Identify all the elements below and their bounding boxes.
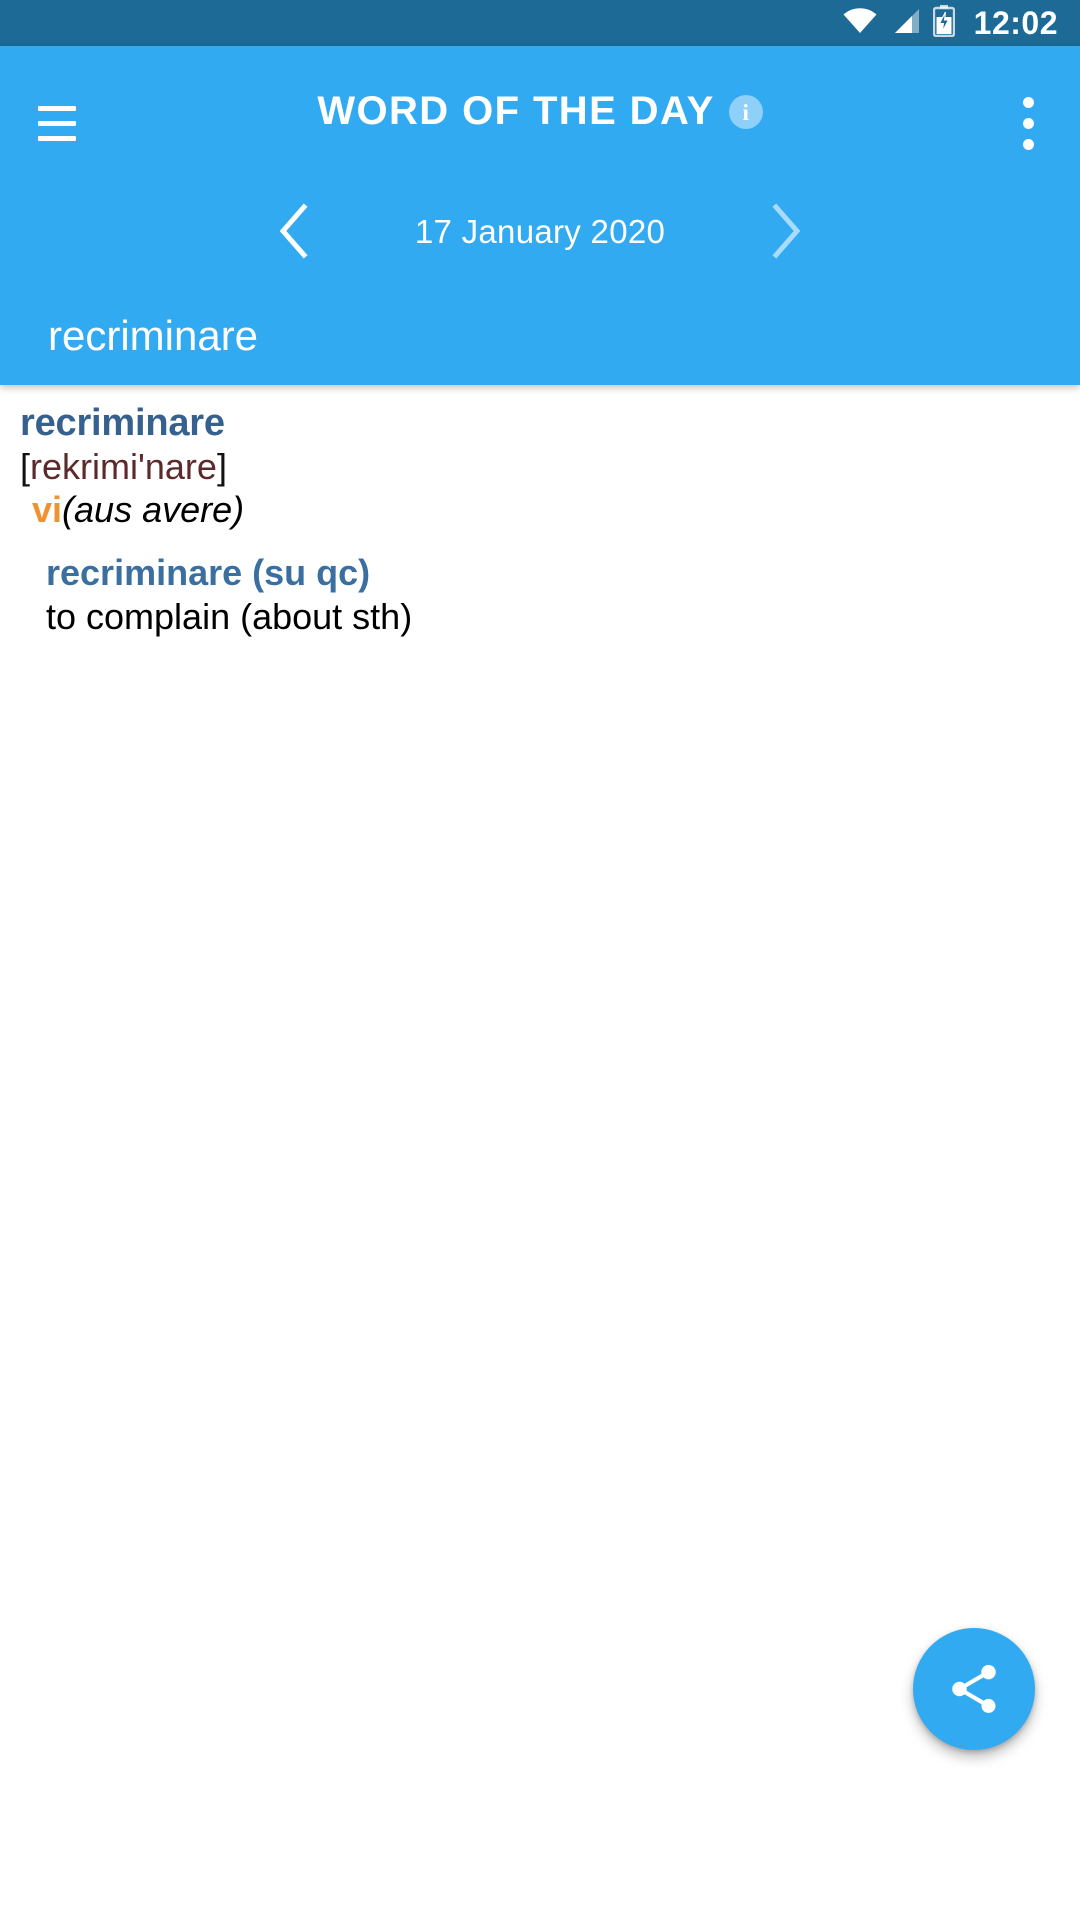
current-date-label: 17 January 2020 (414, 212, 666, 250)
hamburger-bar (38, 120, 76, 126)
hamburger-bar (38, 135, 76, 141)
share-button[interactable] (913, 1628, 1035, 1750)
search-input-value: recriminare (48, 311, 259, 359)
hamburger-bar (38, 105, 76, 111)
phonetic-bracket-close: ] (216, 445, 227, 487)
overflow-dot (1022, 138, 1034, 150)
search-input[interactable]: recriminare (0, 286, 1080, 385)
dictionary-entry: recriminare [rekrimi'nare] vi(aus avere)… (0, 402, 1080, 637)
app-header: WORD OF THE DAY i 17 January 2020 recrim… (0, 46, 1080, 385)
part-of-speech-abbr: vi (32, 488, 63, 530)
wifi-icon (843, 7, 877, 39)
phonetic-bracket-open: [ (20, 445, 31, 487)
hamburger-menu-icon[interactable] (22, 94, 92, 152)
more-vertical-icon[interactable] (998, 90, 1058, 156)
entry-phonetic: [rekrimi'nare] (20, 445, 1060, 487)
chevron-left-icon[interactable] (251, 188, 337, 274)
page-title: WORD OF THE DAY (317, 89, 715, 133)
grammar-note: (aus avere) (62, 488, 245, 530)
status-bar-icons: 12:02 (843, 4, 1058, 42)
overflow-dot (1022, 96, 1034, 108)
info-icon[interactable]: i (728, 95, 763, 129)
sense-block: recriminare (su qc) to complain (about s… (20, 552, 1060, 637)
app-bar: WORD OF THE DAY i (0, 46, 1080, 176)
share-icon (945, 1660, 1003, 1718)
overflow-dot (1022, 117, 1034, 129)
phonetic-transcription: rekrimi'nare (30, 445, 217, 487)
signal-bars-icon (890, 8, 920, 39)
app-title-group: WORD OF THE DAY i (0, 46, 1080, 176)
status-bar-clock: 12:02 (973, 5, 1058, 41)
battery-charging-icon (932, 4, 955, 42)
entry-part-of-speech-line: vi(aus avere) (20, 489, 1060, 530)
status-bar: 12:02 (0, 0, 1080, 46)
sense-source-phrase: recriminare (su qc) (46, 552, 371, 594)
sense-translation: to complain (about sth) (46, 595, 413, 637)
chevron-right-icon[interactable] (743, 188, 829, 274)
date-navigation: 17 January 2020 (0, 176, 1080, 286)
entry-headword: recriminare (20, 402, 225, 444)
